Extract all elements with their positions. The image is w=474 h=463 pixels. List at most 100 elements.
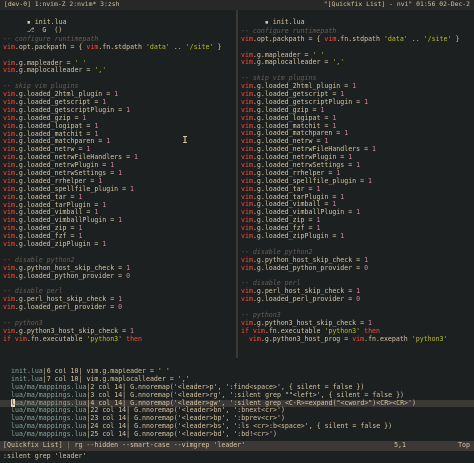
code-token: 1 (336, 168, 341, 177)
code-token: ' ' (74, 58, 87, 67)
mouse-ibeam-cursor-icon: I (182, 135, 189, 146)
code-line[interactable]: vim.g.loaded_python_provider = 0 (241, 264, 474, 273)
code-token: .opt.packpath = { (252, 34, 325, 43)
quickfix-text: G.nnoremap('<leader>bd', ':bd!<cr>') (130, 430, 277, 439)
code-token: vim (3, 58, 15, 67)
code-line[interactable]: vim.g.python3_host_prog = vim.fn.exepath… (241, 334, 474, 344)
code-token: .g.loaded_netrw = (14, 145, 87, 154)
code-token: .g.loaded_netrwFileHandlers = (252, 145, 373, 154)
code-token: 1 (134, 153, 138, 162)
code-token: vim (3, 98, 15, 107)
statusline-buffer-name: [Quickfix List] (3, 441, 63, 450)
tmux-window-list[interactable]: [dev-0] 1:nvim-Z 2:nvim* 3:zsh (4, 0, 119, 9)
code-token: 1 (82, 113, 87, 122)
code-area-right[interactable]: -- configure runtimepath vim.opt.packpath… (241, 20, 474, 344)
code-token: vim (324, 34, 337, 43)
code-token: vim (3, 224, 15, 233)
code-token: 1 (126, 263, 131, 272)
code-area-left[interactable]: -- configure runtimepath vim.opt.packpath… (3, 28, 236, 344)
code-token: .g.loaded_rrhelper = (252, 168, 337, 177)
code-token: vim (241, 287, 253, 296)
code-token: .g.perl_host_skip_check = (14, 295, 119, 304)
code-line[interactable]: vim.g.maplocalleader = ',' (3, 67, 236, 75)
code-token: .g.loaded_getscript = (14, 98, 103, 107)
code-token: .opt.packpath = { (14, 42, 87, 51)
quickfix-text: G.nnoremap('<leader>rg', ':silent grep "… (126, 390, 405, 399)
code-token: .g.loaded_perl_provider = (14, 303, 119, 312)
quickfix-entry[interactable]: lua/ma/mappings.lua|25 col 14| G.nnorema… (0, 430, 474, 439)
code-token: .fn.stdpath (98, 42, 146, 51)
tmux-status-right: "[Quickfix List] - nvi" 01:56 02-Dec-2 (323, 0, 470, 9)
code-line[interactable]: vim.g.loaded_zipPlugin = 1 (3, 240, 236, 249)
code-token: 1 (78, 192, 83, 201)
quickfix-file: lua/ma/mappings.lua (11, 414, 87, 423)
code-token: vim (241, 295, 253, 304)
code-token: .g.maplocalleader = (252, 58, 333, 67)
code-token: 'python3' (411, 334, 448, 343)
code-token: ' ' (312, 50, 325, 59)
code-token: vim (3, 90, 15, 99)
code-line[interactable]: vim.g.loaded_zipPlugin = 1 (241, 232, 474, 241)
code-token: ',' (332, 58, 345, 67)
code-token: .fn.exepath (364, 334, 412, 343)
command-line[interactable]: :silent grep 'leader' (0, 451, 474, 463)
code-line[interactable]: vim.g.maplocalleader = ',' (241, 59, 474, 67)
code-token: .g.loaded_tarPlugin = (252, 192, 341, 201)
code-token: .g.python3_host_skip_check = (252, 318, 369, 327)
code-token: 1 (364, 255, 369, 264)
code-token: 1 (118, 169, 123, 178)
code-token: .. (407, 34, 424, 43)
quickfix-text: G.nnoremap('<leader>p', ':find<space>', … (126, 382, 365, 391)
code-token: 1 (340, 192, 345, 201)
code-token: -- disable perl (241, 279, 301, 288)
file-icon: ▪ (26, 18, 35, 26)
code-line[interactable]: if vim.fn.executable 'python3' then (3, 334, 236, 344)
quickfix-text: vim.g.maplocalleader = ',' (82, 374, 190, 383)
statusline: [Quickfix List] | rg --hidden --smart-ca… (0, 441, 474, 451)
statusline-separator: | (62, 441, 75, 450)
quickfix-list[interactable]: init.lua|6 col 10| vim.g.mapleader = ' '… (0, 368, 474, 441)
code-token: 1 (368, 176, 373, 185)
horizontal-split-divider[interactable] (0, 358, 474, 368)
code-token: .. (169, 42, 186, 51)
code-token: -- configure runtimepath (3, 34, 99, 43)
code-token: '/site' (185, 42, 214, 51)
code-token: vim (3, 42, 15, 51)
code-token: 1 (364, 97, 369, 106)
code-token: .g.loaded_vimball = (252, 200, 333, 209)
code-line[interactable]: vim.g.loaded_perl_provider = 0 (241, 295, 474, 304)
editor-pane-left[interactable]: ▪ init.lua ⎇ G () -- configure runtimepa… (0, 10, 236, 358)
code-token: vim (248, 334, 261, 343)
code-line[interactable]: vim.g.loaded_python_provider = 0 (3, 271, 236, 281)
code-token: vim (3, 271, 15, 280)
terminal-screen: [dev-0] 1:nvim-Z 2:nvim* 3:zsh "[Quickfi… (0, 0, 474, 463)
quickfix-position: |22 col 14| (86, 406, 131, 415)
code-token: 1 (368, 318, 373, 327)
editor-pane-right[interactable]: ▪ init.lua -- configure runtimepath vim.o… (238, 10, 474, 358)
quickfix-text: G.nnoremap('<leader>bn', ':bnext<cr>') (130, 406, 285, 415)
code-line[interactable]: vim.opt.packpath = { vim.fn.stdpath 'dat… (3, 42, 236, 52)
code-token: .g.loaded_zipPlugin = (252, 232, 341, 241)
code-token: .g.loaded_tar = (14, 192, 79, 201)
code-token: vim (3, 66, 15, 75)
code-token: 1 (110, 161, 115, 170)
code-token: 1 (316, 216, 321, 225)
code-token: vim (241, 232, 253, 241)
code-token: vim (3, 137, 15, 146)
quickfix-text: G.nnoremap('<leader>gw', ':silent grep <… (126, 398, 416, 407)
code-token: 1 (332, 200, 337, 209)
code-token: .g.loaded_netrwPlugin = (252, 153, 349, 162)
code-token: 'python3' (86, 334, 123, 343)
code-token: .g.loaded_vimballPlugin = (252, 208, 357, 217)
code-token: vim (241, 161, 253, 170)
code-line[interactable]: vim.g.loaded_perl_provider = 0 (3, 303, 236, 312)
code-token: 1 (118, 295, 123, 304)
code-token: 1 (102, 98, 107, 107)
code-token: .g.loaded_python_provider = (14, 271, 127, 280)
code-token: .g.loaded_tarPlugin = (14, 200, 103, 209)
code-token: vim (241, 192, 253, 201)
code-token: 1 (102, 240, 107, 249)
code-line[interactable]: vim.opt.packpath = { vim.fn.stdpath 'dat… (241, 34, 474, 44)
code-token: vim (3, 145, 15, 154)
